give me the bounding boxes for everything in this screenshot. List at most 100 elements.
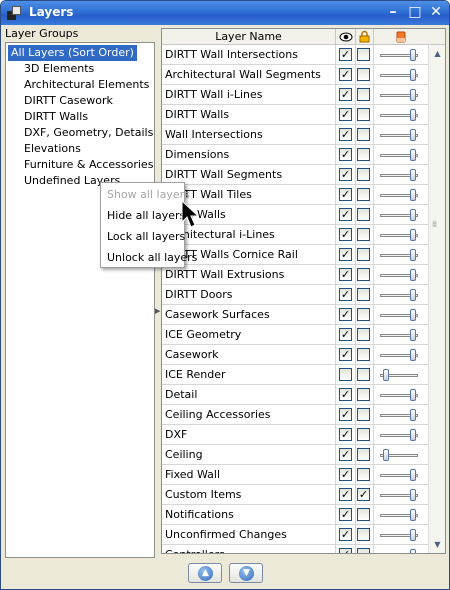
visible-checkbox[interactable]: ✓ (339, 468, 352, 481)
visible-checkbox[interactable]: ✓ (339, 448, 352, 461)
layer-row[interactable]: DIRTT Walls ✓ (162, 105, 428, 125)
lock-checkbox[interactable] (357, 328, 370, 341)
context-menu-item[interactable]: Hide all layers (107, 207, 185, 225)
transparency-slider-thumb[interactable] (410, 129, 416, 141)
minimize-icon[interactable]: – (384, 4, 402, 21)
group-item[interactable]: DIRTT Walls (24, 109, 88, 125)
eraser-icon[interactable] (374, 29, 428, 45)
layer-row[interactable]: Detail ✓ (162, 385, 428, 405)
transparency-slider-thumb[interactable] (410, 309, 416, 321)
visible-checkbox[interactable]: ✓ (339, 68, 352, 81)
transparency-slider-thumb[interactable] (410, 289, 416, 301)
group-item[interactable]: 3D Elements (24, 61, 94, 77)
transparency-slider-thumb[interactable] (410, 89, 416, 101)
layer-row[interactable]: DIRTT Walls Cornice Rail ✓ (162, 245, 428, 265)
transparency-slider-thumb[interactable] (410, 49, 416, 61)
group-item[interactable]: All Layers (Sort Order) (8, 45, 137, 61)
eye-icon[interactable] (336, 29, 356, 45)
lock-checkbox[interactable] (357, 408, 370, 421)
layer-row[interactable]: DIRTT Doors ✓ (162, 285, 428, 305)
visible-checkbox[interactable]: ✓ (339, 248, 352, 261)
transparency-slider-thumb[interactable] (410, 429, 416, 441)
transparency-slider-thumb[interactable] (410, 209, 416, 221)
layer-row[interactable]: Controllers ✓ (162, 545, 428, 553)
visible-checkbox[interactable]: ✓ (339, 208, 352, 221)
transparency-slider-thumb[interactable] (410, 109, 416, 121)
transparency-slider-thumb[interactable] (410, 469, 416, 481)
visible-checkbox[interactable]: ✓ (339, 508, 352, 521)
transparency-slider-thumb[interactable] (410, 549, 416, 553)
layer-row[interactable]: Architectural Wall Segments ✓ (162, 65, 428, 85)
transparency-slider-thumb[interactable] (410, 529, 416, 541)
transparency-slider-thumb[interactable] (410, 69, 416, 81)
visible-checkbox[interactable]: ✓ (339, 308, 352, 321)
transparency-slider-thumb[interactable] (410, 409, 416, 421)
transparency-slider-thumb[interactable] (410, 489, 416, 501)
lock-checkbox[interactable] (357, 108, 370, 121)
maximize-icon[interactable]: □ (406, 4, 424, 21)
lock-checkbox[interactable] (357, 88, 370, 101)
visible-checkbox[interactable]: ✓ (339, 148, 352, 161)
transparency-slider-thumb[interactable] (383, 449, 389, 461)
lock-checkbox[interactable] (357, 288, 370, 301)
layer-row[interactable]: Unconfirmed Changes ✓ (162, 525, 428, 545)
lock-checkbox[interactable] (357, 448, 370, 461)
scroll-grip[interactable]: ≡ ≡ (432, 220, 442, 229)
lock-checkbox[interactable] (357, 348, 370, 361)
lock-checkbox[interactable] (357, 228, 370, 241)
visible-checkbox[interactable]: ✓ (339, 408, 352, 421)
visible-checkbox[interactable]: ✓ (339, 168, 352, 181)
visible-checkbox[interactable]: ✓ (339, 228, 352, 241)
layer-row[interactable]: DIRTT Wall Intersections ✓ (162, 45, 428, 65)
layer-row[interactable]: Casework Surfaces ✓ (162, 305, 428, 325)
layer-row[interactable]: Wall Intersections ✓ (162, 125, 428, 145)
layer-row[interactable]: Ceiling Accessories ✓ (162, 405, 428, 425)
lock-checkbox[interactable] (357, 168, 370, 181)
group-item[interactable]: DXF, Geometry, Details (24, 125, 153, 141)
transparency-slider-thumb[interactable] (410, 149, 416, 161)
transparency-slider-thumb[interactable] (383, 369, 389, 381)
layer-row[interactable]: Dimensions ✓ (162, 145, 428, 165)
layer-row[interactable]: DXF ✓ (162, 425, 428, 445)
visible-checkbox[interactable]: ✓ (339, 288, 352, 301)
lock-checkbox[interactable] (357, 428, 370, 441)
visible-checkbox[interactable]: ✓ (339, 348, 352, 361)
group-item[interactable]: Architectural Elements (24, 77, 149, 93)
lock-checkbox[interactable] (357, 508, 370, 521)
visible-checkbox[interactable]: ✓ (339, 528, 352, 541)
layer-row[interactable]: ICE Geometry ✓ (162, 325, 428, 345)
visible-checkbox[interactable]: ✓ (339, 548, 352, 553)
visible-checkbox[interactable]: ✓ (339, 268, 352, 281)
group-item[interactable]: Furniture & Accessories (24, 157, 153, 173)
layer-row[interactable]: ICE Render (162, 365, 428, 385)
visible-checkbox[interactable]: ✓ (339, 188, 352, 201)
transparency-slider-thumb[interactable] (410, 349, 416, 361)
scroll-down-icon[interactable]: ▼ (429, 536, 445, 553)
lock-checkbox[interactable] (357, 268, 370, 281)
lock-checkbox[interactable] (357, 468, 370, 481)
padlock-icon[interactable] (356, 29, 374, 45)
lock-checkbox[interactable] (357, 128, 370, 141)
layer-row[interactable]: DIRTT Wall Extrusions ✓ (162, 265, 428, 285)
layer-row[interactable]: Fixed Wall ✓ (162, 465, 428, 485)
lock-checkbox[interactable] (357, 208, 370, 221)
transparency-slider-thumb[interactable] (410, 229, 416, 241)
context-menu-item[interactable]: Lock all layers (107, 228, 185, 246)
context-menu-item[interactable]: Unlock all layers (107, 249, 197, 267)
transparency-slider-thumb[interactable] (410, 169, 416, 181)
move-down-button[interactable]: ▼ (229, 563, 263, 583)
visible-checkbox[interactable]: ✓ (339, 128, 352, 141)
visible-checkbox[interactable]: ✓ (339, 488, 352, 501)
lock-checkbox[interactable] (357, 388, 370, 401)
group-item[interactable]: DIRTT Casework (24, 93, 113, 109)
layer-row[interactable]: Custom Items ✓ ✓ (162, 485, 428, 505)
transparency-slider-thumb[interactable] (410, 249, 416, 261)
title-bar[interactable]: Layers – □ ✕ (1, 1, 449, 25)
visible-checkbox[interactable]: ✓ (339, 388, 352, 401)
visible-checkbox[interactable]: ✓ (339, 88, 352, 101)
layer-row[interactable]: Ceiling ✓ (162, 445, 428, 465)
transparency-slider-thumb[interactable] (410, 509, 416, 521)
lock-checkbox[interactable] (357, 48, 370, 61)
lock-checkbox[interactable] (357, 548, 370, 553)
transparency-slider-thumb[interactable] (410, 389, 416, 401)
